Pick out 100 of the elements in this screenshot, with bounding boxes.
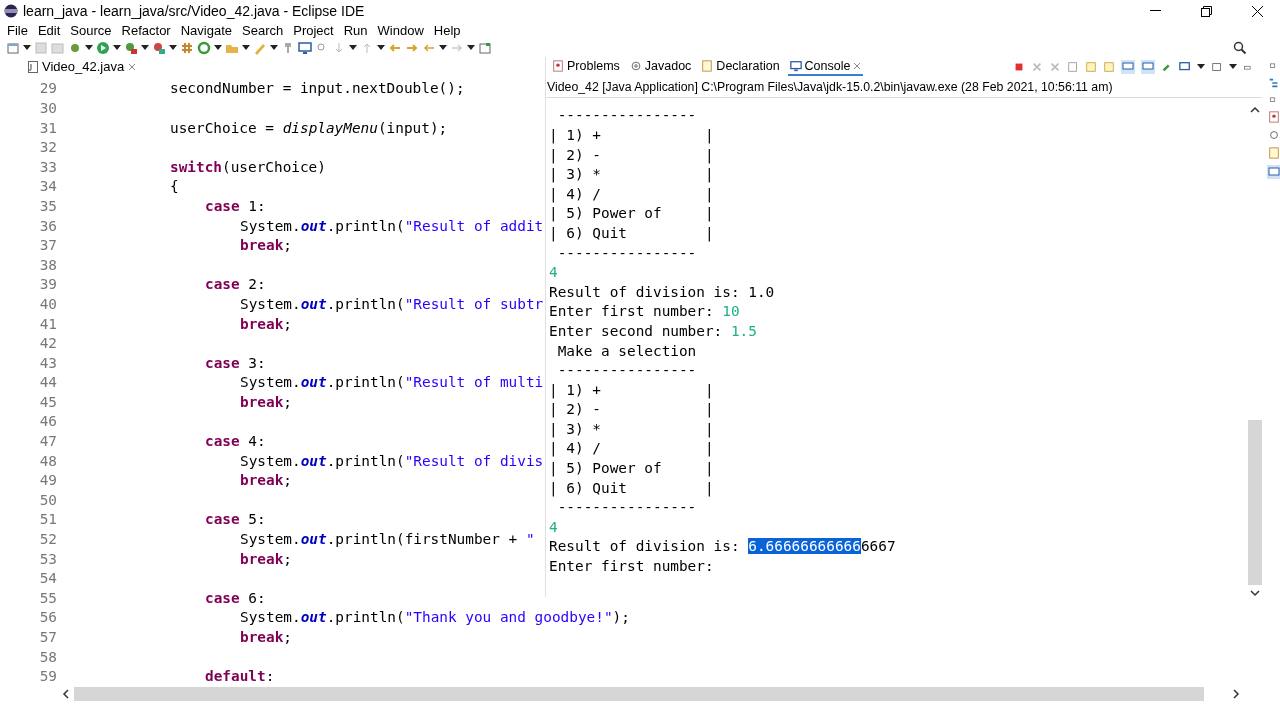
scroll-left-icon[interactable] <box>62 689 70 699</box>
console-line: ---------------- <box>556 361 698 380</box>
menu-item[interactable]: Source <box>65 22 117 38</box>
line-number: 43 <box>38 354 57 371</box>
code-line: case 5: <box>205 511 266 528</box>
code-line: { <box>170 178 179 195</box>
menu-item[interactable]: Search <box>237 22 289 38</box>
menu-item[interactable]: Project <box>288 22 339 38</box>
monitor-icon[interactable] <box>1267 164 1280 179</box>
code-line: switch(userChoice) <box>170 158 326 175</box>
coverage-icon[interactable] <box>124 40 138 55</box>
dropdown-caret-icon[interactable] <box>349 44 357 51</box>
line-number: 56 <box>38 609 57 626</box>
code-line: System.out.println("Result of divis <box>240 452 544 469</box>
console-line: | 2) - | <box>549 400 715 420</box>
line-number: 33 <box>38 158 57 175</box>
scroll-up-icon[interactable] <box>1250 105 1260 114</box>
console-line: | 1) + | <box>549 380 715 400</box>
code-line: userChoice = displayMenu(input); <box>170 119 448 136</box>
view-tab[interactable]: Declaration <box>699 57 782 76</box>
menu-item[interactable]: Navigate <box>175 22 237 38</box>
document-icon[interactable] <box>701 59 714 72</box>
view-tab[interactable]: Console <box>787 57 864 76</box>
monitor-icon[interactable] <box>1179 60 1191 73</box>
menu-item[interactable]: File <box>2 22 33 38</box>
console-line: Enter first number: 10 <box>549 302 741 322</box>
line-number: 51 <box>38 511 57 528</box>
code-line: secondNumber = input.nextDouble(); <box>170 80 465 97</box>
app-logo-icon <box>4 4 18 18</box>
problems-icon[interactable] <box>552 59 564 72</box>
scroll-down-icon[interactable] <box>1250 588 1260 597</box>
dropdown-caret-icon[interactable] <box>113 44 121 51</box>
dropdown-caret-icon[interactable] <box>439 44 447 51</box>
external-tool-icon[interactable] <box>152 40 166 55</box>
line-number: 30 <box>38 100 57 116</box>
close-icon[interactable] <box>128 62 137 71</box>
code-line: System.out.println("Thank you and goodbye!"); <box>240 609 630 626</box>
view-tab[interactable]: Problems <box>550 57 622 76</box>
line-number: 44 <box>38 374 57 391</box>
dropdown-caret-icon[interactable] <box>270 44 278 51</box>
console-line: | 3) * | <box>549 165 715 184</box>
menu-item[interactable]: Window <box>372 22 429 38</box>
dropdown-caret-icon[interactable] <box>467 44 475 51</box>
remove-all-icon[interactable] <box>1049 60 1061 73</box>
dropdown-caret-icon[interactable] <box>1229 63 1237 70</box>
close-icon[interactable] <box>853 61 862 70</box>
line-number: 42 <box>38 335 57 352</box>
dropdown-caret-icon[interactable] <box>242 44 250 51</box>
line-number: 40 <box>38 295 57 312</box>
remove-icon[interactable] <box>1031 60 1043 73</box>
dropdown-caret-icon[interactable] <box>169 44 177 51</box>
dropdown-caret-icon[interactable] <box>141 44 149 51</box>
line-number: 29 <box>38 80 57 97</box>
restore-icon <box>1200 5 1212 17</box>
console-line: Result of division is: 6.666666666666667 <box>549 537 897 557</box>
menu-item[interactable]: Help <box>428 22 466 38</box>
line-number: 59 <box>38 668 57 685</box>
monitor-icon[interactable] <box>298 40 312 55</box>
code-line: case 4: <box>205 433 266 450</box>
code-line: System.out.println("Result of multi <box>240 374 544 391</box>
line-number: 57 <box>38 629 57 645</box>
menu-item[interactable]: Run <box>338 22 373 38</box>
word-wrap-icon[interactable] <box>1103 60 1115 73</box>
window-icon[interactable] <box>478 40 492 55</box>
document-icon[interactable] <box>1268 146 1280 159</box>
line-number: 39 <box>38 276 57 293</box>
new-window-icon[interactable] <box>1211 60 1223 73</box>
scrollbar-thumb[interactable] <box>1248 419 1262 585</box>
scrollbar-thumb[interactable] <box>74 687 1204 701</box>
view-tab[interactable]: Javadoc <box>627 57 694 76</box>
scroll-lock-icon[interactable] <box>1085 60 1097 73</box>
console-header: Video_42 [Java Application] C:\Program Files\Java\jdk-15.0.2\bin\javaw.exe (28 Feb 2021, 10:56:11 am) <box>546 76 1262 98</box>
console-line: | 5) Power of | <box>549 459 715 478</box>
clear-console-icon[interactable] <box>1067 60 1079 73</box>
console-line: | 1) + | <box>549 126 715 145</box>
minimize-icon <box>1149 10 1161 12</box>
problems-icon[interactable] <box>1268 110 1280 123</box>
dropdown-caret-icon[interactable] <box>214 44 222 51</box>
code-line: System.out.println(firstNumber + " <box>240 531 535 548</box>
console-line: | 6) Quit | <box>549 223 715 243</box>
outline-icon[interactable] <box>1268 76 1280 89</box>
line-number: 48 <box>38 452 57 469</box>
line-number: 52 <box>38 531 57 548</box>
dropdown-caret-icon[interactable] <box>1197 63 1205 70</box>
scroll-right-icon[interactable] <box>1232 689 1240 699</box>
close-icon <box>1251 5 1263 17</box>
dropdown-caret-icon[interactable] <box>377 44 385 51</box>
window-title: learn_java - learn_java/src/Video_42.java - Eclipse IDE <box>23 3 366 19</box>
line-number: 41 <box>38 315 57 332</box>
line-number: 47 <box>38 433 57 450</box>
dropdown-caret-icon[interactable] <box>23 44 31 51</box>
code-line: case 2: <box>205 276 266 293</box>
refresh-icon[interactable] <box>197 40 211 55</box>
search-icon[interactable] <box>1233 40 1247 55</box>
console-line: Enter second number: 1.5 <box>549 321 758 341</box>
menu-item[interactable]: Refactor <box>116 22 176 38</box>
menu-item[interactable]: Edit <box>32 22 66 38</box>
monitor-icon[interactable] <box>789 59 802 72</box>
java-file-icon <box>28 60 38 73</box>
dropdown-caret-icon[interactable] <box>85 44 93 51</box>
